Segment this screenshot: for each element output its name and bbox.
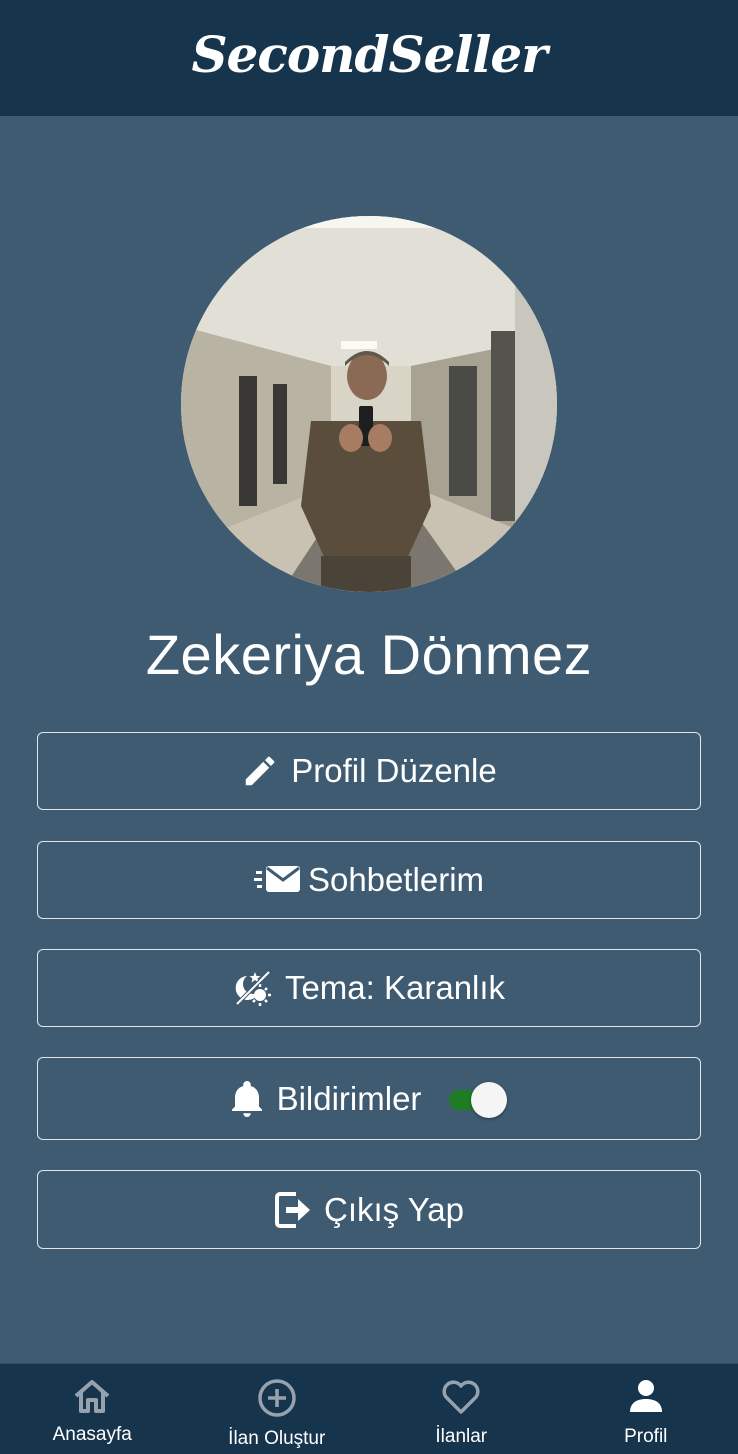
- tab-create-listing[interactable]: İlan Oluştur: [185, 1364, 370, 1454]
- tab-home-label: Anasayfa: [52, 1424, 132, 1445]
- heart-icon: [441, 1378, 481, 1420]
- avatar[interactable]: [181, 216, 557, 592]
- chats-label: Sohbetlerim: [307, 861, 485, 898]
- theme-label: Tema: Karanlık: [284, 969, 506, 1006]
- profile-name: Zekeriya Dönmez: [145, 623, 593, 686]
- edit-profile-button[interactable]: Profil Düzenle: [37, 732, 701, 810]
- notifications-row: Bildirimler: [37, 1057, 701, 1140]
- avatar-photo: [181, 216, 557, 592]
- theme-button[interactable]: Tema: Karanlık: [37, 949, 701, 1027]
- person-icon: [626, 1378, 666, 1420]
- home-icon: [72, 1378, 112, 1418]
- edit-profile-label: Profil Düzenle: [291, 752, 497, 789]
- tab-profile[interactable]: Profil: [554, 1364, 738, 1454]
- add-circle-icon: [257, 1378, 297, 1422]
- notifications-toggle[interactable]: [449, 1081, 509, 1118]
- fast-mail-icon: [253, 863, 302, 897]
- bottom-tab-bar: Anasayfa İlan Oluştur İlanlar Profil: [0, 1363, 738, 1454]
- pencil-icon: [241, 752, 279, 790]
- logout-icon: [274, 1190, 312, 1230]
- tab-listings[interactable]: İlanlar: [369, 1364, 554, 1454]
- tab-profile-label: Profil: [624, 1426, 668, 1447]
- theme-icon: [233, 968, 273, 1008]
- logout-button[interactable]: Çıkış Yap: [37, 1170, 701, 1249]
- chats-button[interactable]: Sohbetlerim: [37, 841, 701, 919]
- tab-listings-label: İlanlar: [435, 1426, 488, 1447]
- toggle-knob: [471, 1081, 508, 1118]
- brand-logo: SecondSeller: [191, 24, 547, 84]
- logout-label: Çıkış Yap: [323, 1190, 464, 1228]
- bell-icon: [229, 1079, 265, 1119]
- app-header: SecondSeller: [0, 0, 738, 116]
- tab-create-listing-label: İlan Oluştur: [228, 1428, 326, 1449]
- notifications-label: Bildirimler: [276, 1079, 422, 1117]
- tab-home[interactable]: Anasayfa: [0, 1364, 185, 1454]
